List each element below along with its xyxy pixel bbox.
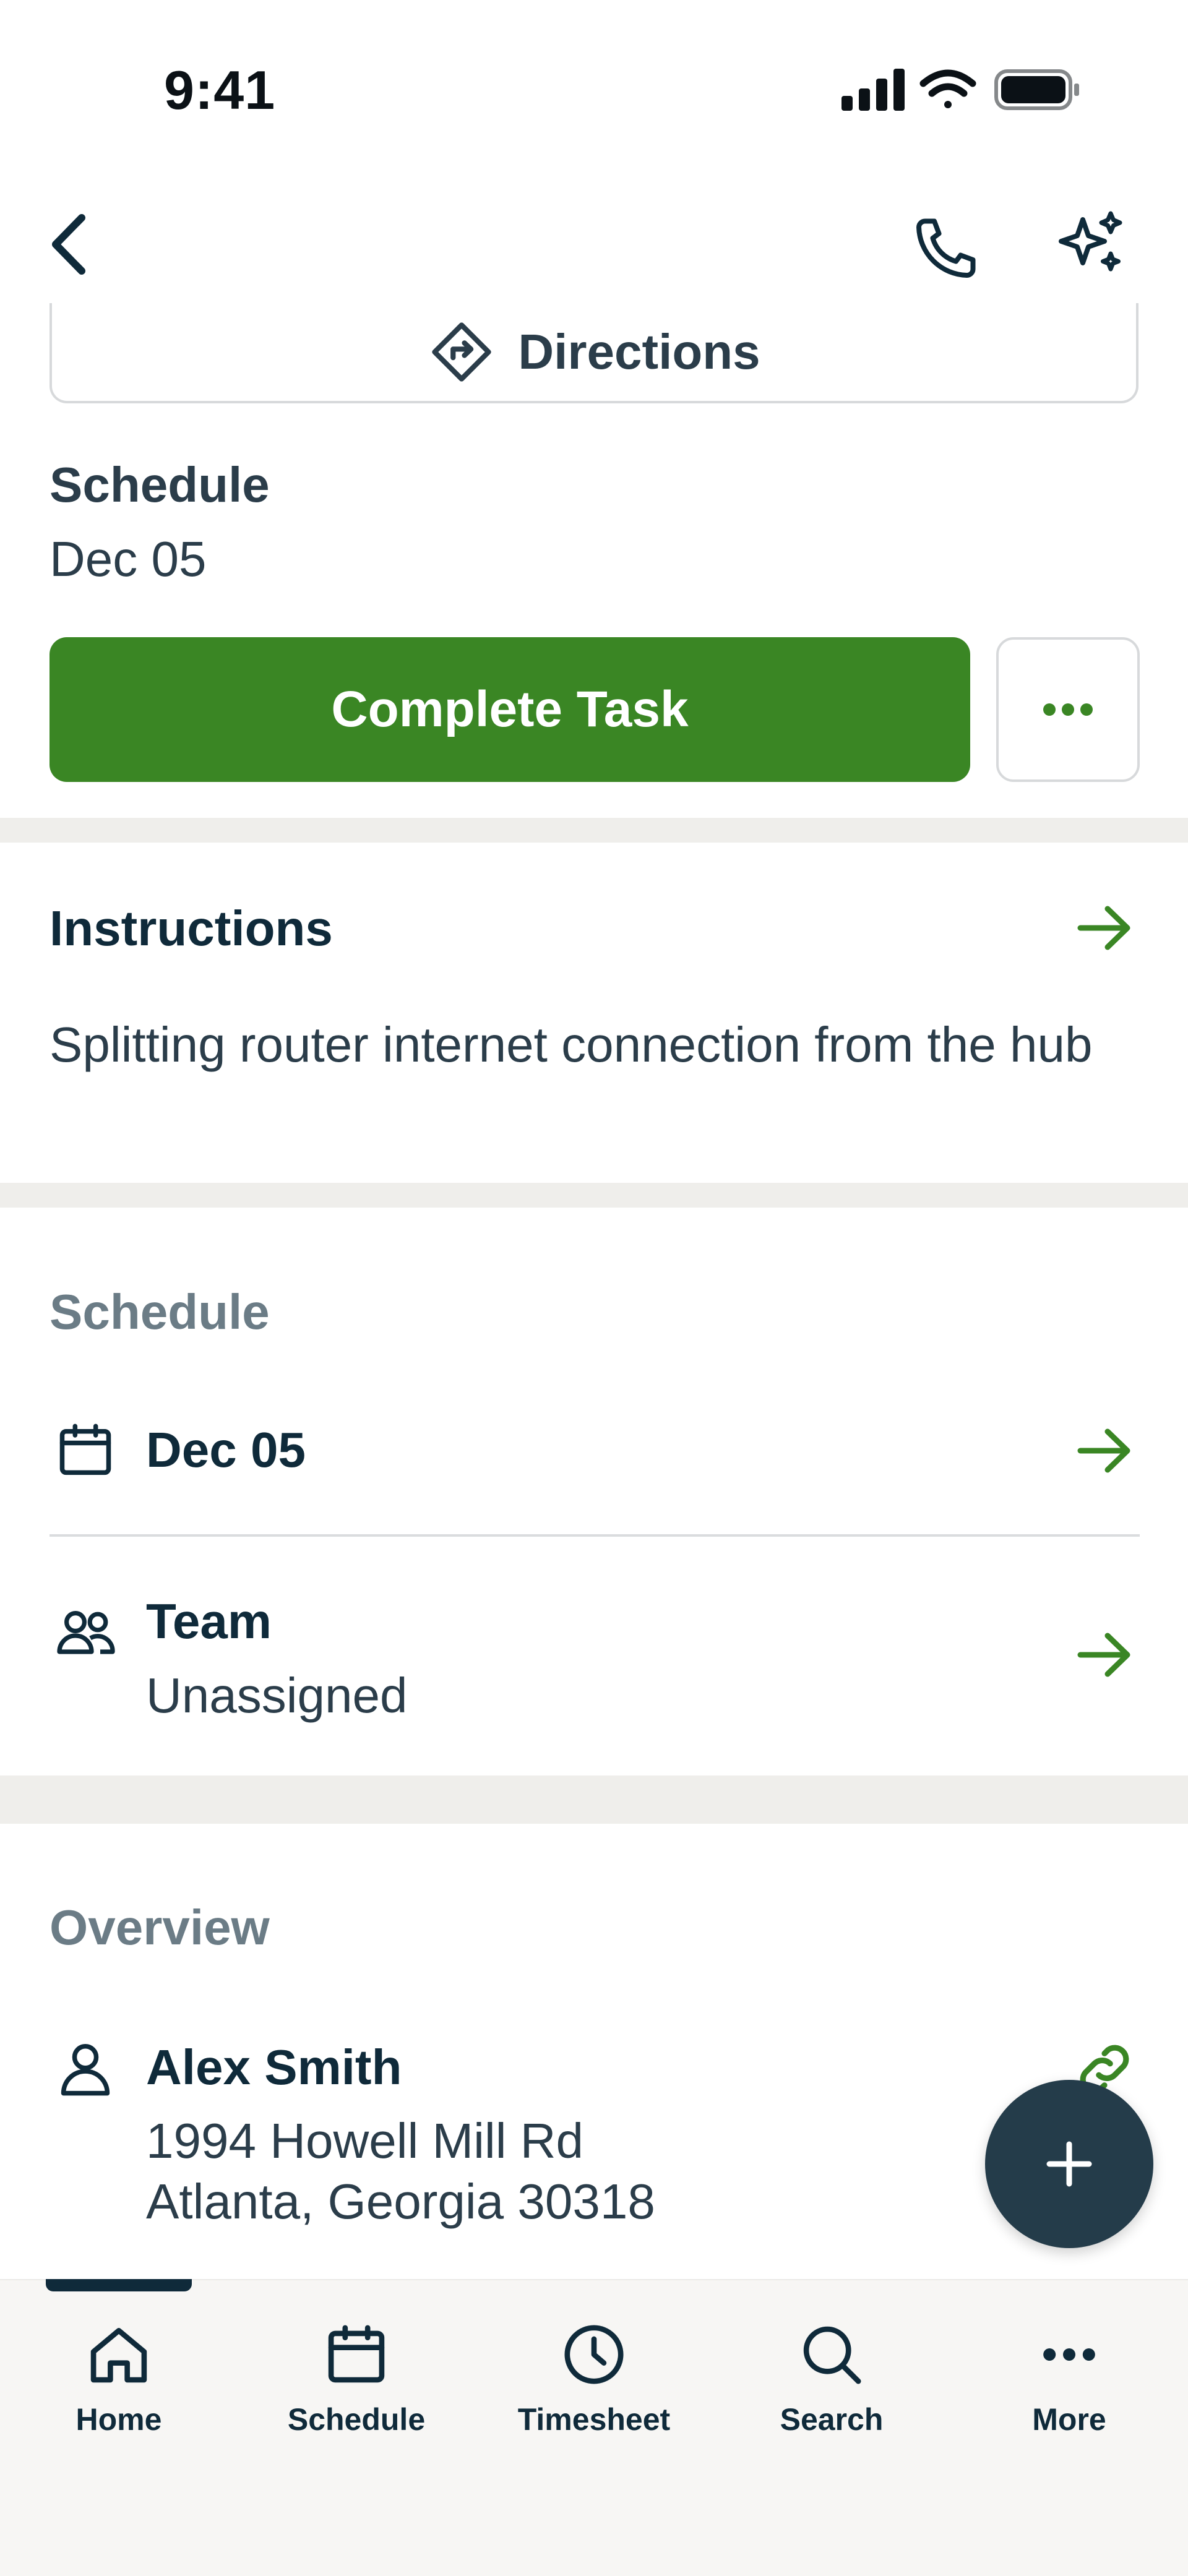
tab-more[interactable]: More bbox=[976, 2324, 1162, 2437]
tab-home[interactable]: Home bbox=[26, 2324, 212, 2437]
section-divider bbox=[0, 818, 1188, 843]
active-tab-indicator bbox=[46, 2279, 192, 2291]
ai-assist-button[interactable] bbox=[1055, 207, 1129, 285]
tab-timesheet-label: Timesheet bbox=[517, 2402, 671, 2437]
phone-icon bbox=[916, 218, 976, 278]
team-label: Team bbox=[146, 1594, 272, 1649]
tab-schedule-label: Schedule bbox=[287, 2402, 426, 2437]
instructions-open-button[interactable] bbox=[1075, 900, 1135, 959]
status-time: 9:41 bbox=[164, 59, 276, 121]
arrow-right-icon bbox=[1077, 1633, 1130, 1677]
section-divider bbox=[0, 1775, 1188, 1824]
directions-button[interactable]: Directions bbox=[50, 303, 1138, 403]
tab-schedule[interactable]: Schedule bbox=[264, 2324, 449, 2437]
tab-home-label: Home bbox=[75, 2402, 162, 2437]
row-divider bbox=[50, 1534, 1140, 1537]
overview-heading: Overview bbox=[50, 1900, 270, 1955]
tab-search[interactable]: Search bbox=[739, 2324, 924, 2437]
person-icon bbox=[61, 2044, 110, 2096]
team-icon bbox=[57, 1611, 115, 1654]
status-icons bbox=[842, 65, 1089, 118]
instructions-text: Splitting router internet connection fro… bbox=[50, 1017, 1093, 1072]
client-address-line1: 1994 Howell Mill Rd bbox=[146, 2113, 583, 2168]
clock-icon bbox=[564, 2325, 624, 2384]
directions-label: Directions bbox=[518, 324, 760, 379]
instructions-title: Instructions bbox=[50, 901, 333, 956]
client-address-line2: Atlanta, Georgia 30318 bbox=[146, 2174, 655, 2229]
arrow-right-icon bbox=[1077, 906, 1130, 950]
ellipsis-icon bbox=[1043, 2348, 1095, 2361]
battery-icon bbox=[994, 69, 1079, 110]
home-icon bbox=[90, 2328, 147, 2383]
search-icon bbox=[803, 2326, 861, 2384]
complete-task-button[interactable]: Complete Task bbox=[50, 637, 970, 782]
schedule-date: Dec 05 bbox=[146, 1422, 306, 1477]
tab-more-label: More bbox=[1032, 2402, 1106, 2437]
ellipsis-icon bbox=[1043, 703, 1093, 716]
schedule-section-heading: Schedule bbox=[50, 1284, 270, 1339]
schedule-date-row[interactable]: Dec 05 bbox=[0, 1386, 1188, 1509]
directions-icon bbox=[432, 322, 492, 382]
sparkles-icon bbox=[1059, 211, 1122, 272]
tab-timesheet[interactable]: Timesheet bbox=[501, 2324, 687, 2437]
client-name: Alex Smith bbox=[146, 2040, 402, 2095]
signal-icon bbox=[842, 69, 905, 111]
plus-icon bbox=[1046, 2141, 1092, 2187]
call-button[interactable] bbox=[910, 210, 984, 288]
schedule-summary-label: Schedule bbox=[50, 457, 270, 512]
team-value: Unassigned bbox=[146, 1668, 408, 1723]
calendar-icon bbox=[59, 1423, 111, 1475]
team-row[interactable]: Team Unassigned bbox=[0, 1571, 1188, 1757]
section-divider bbox=[0, 1183, 1188, 1208]
chevron-left-icon bbox=[52, 214, 85, 275]
arrow-right-icon bbox=[1077, 1428, 1130, 1473]
schedule-summary-value: Dec 05 bbox=[50, 531, 207, 586]
calendar-icon bbox=[328, 2325, 385, 2383]
back-button[interactable] bbox=[43, 210, 99, 281]
add-fab-button[interactable] bbox=[985, 2080, 1153, 2248]
more-actions-button[interactable] bbox=[996, 637, 1140, 782]
bottom-tab-bar: Home Schedule Timesheet Search More bbox=[0, 2279, 1188, 2576]
tab-search-label: Search bbox=[780, 2402, 884, 2437]
wifi-icon bbox=[919, 69, 976, 108]
